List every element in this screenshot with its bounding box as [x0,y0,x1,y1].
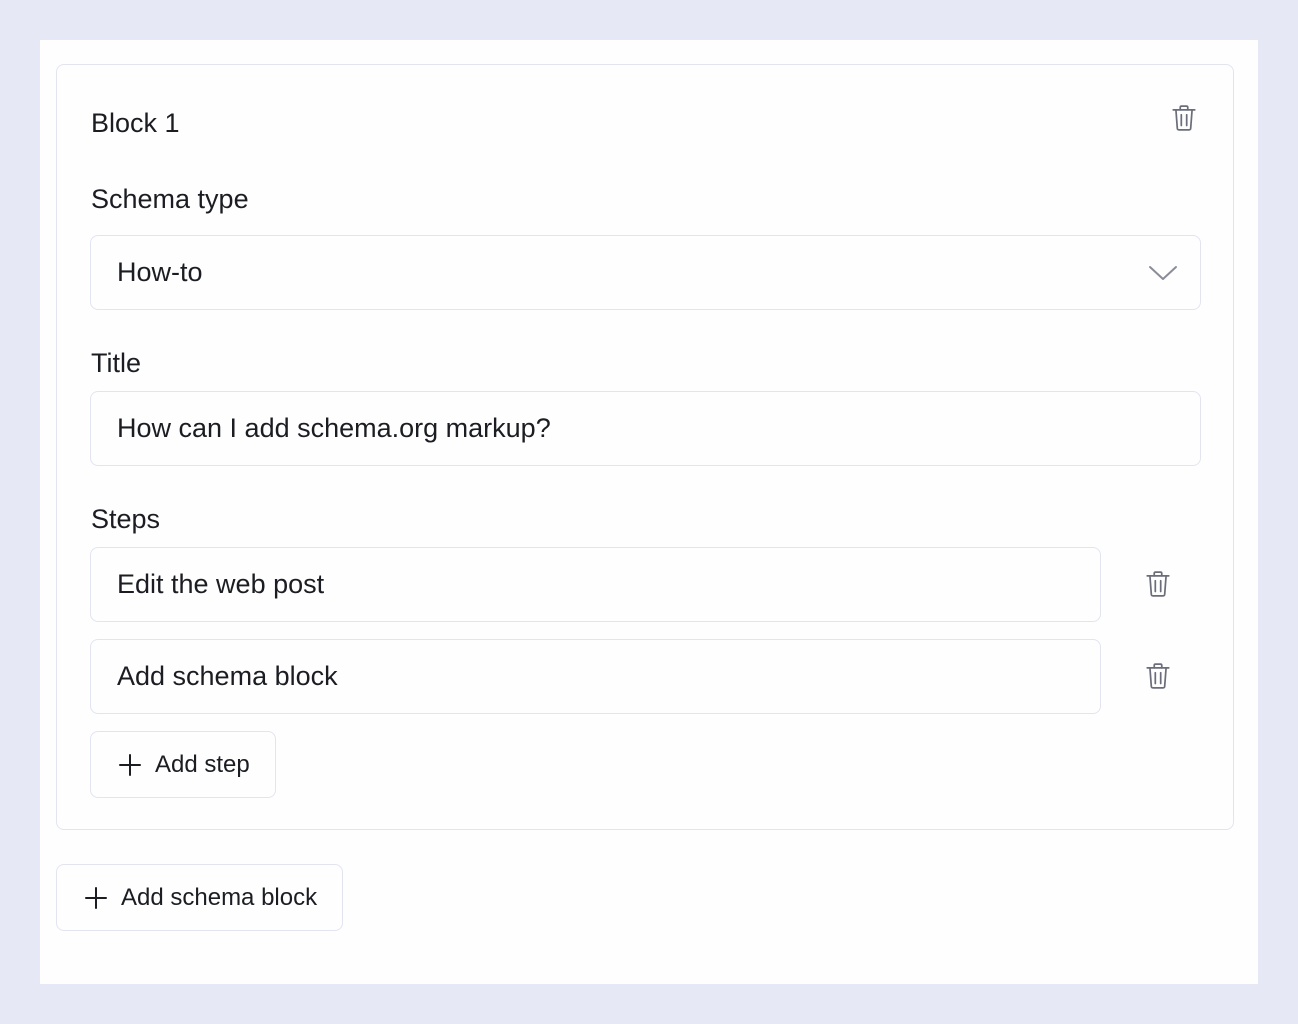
add-step-button[interactable]: Add step [90,731,276,798]
title-input-value: How can I add schema.org markup? [117,413,551,443]
schema-type-select[interactable]: How-to [90,235,1201,310]
step-input-value: Edit the web post [117,569,325,599]
trash-icon [1145,662,1171,690]
trash-icon [1171,104,1197,132]
step-input[interactable]: Edit the web post [90,547,1101,622]
add-step-label: Add step [155,750,250,778]
schema-type-label: Schema type [91,184,249,214]
add-schema-block-label: Add schema block [121,883,318,911]
schema-editor-panel: Block 1 Schema type How-to Title How can… [40,40,1258,984]
title-label: Title [91,348,142,378]
chevron-down-icon [1148,264,1178,282]
plus-icon [85,886,107,909]
delete-step-button[interactable] [1143,569,1173,599]
schema-type-value: How-to [117,257,203,287]
delete-step-button[interactable] [1143,661,1173,691]
step-input[interactable]: Add schema block [90,639,1101,714]
title-input[interactable]: How can I add schema.org markup? [90,391,1201,466]
schema-block-card: Block 1 Schema type How-to Title How can… [56,64,1234,830]
plus-icon [119,753,141,776]
steps-label: Steps [91,504,161,534]
trash-icon [1145,570,1171,598]
block-title: Block 1 [91,108,180,138]
delete-block-button[interactable] [1169,103,1199,133]
add-schema-block-button[interactable]: Add schema block [56,864,344,931]
step-input-value: Add schema block [117,661,338,691]
